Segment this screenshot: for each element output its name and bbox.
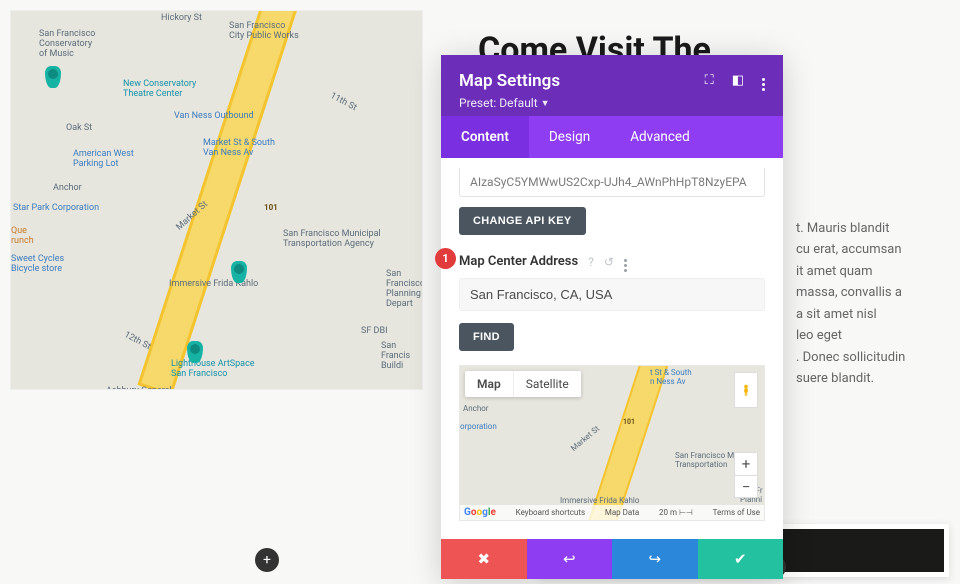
map-label: Anchor (53, 183, 82, 193)
map-data-link[interactable]: Map Data (605, 508, 639, 517)
map-label: Lighthouse ArtSpace San Francisco (171, 359, 255, 379)
change-api-key-button[interactable]: CHANGE API KEY (459, 207, 586, 235)
terms-link[interactable]: Terms of Use (713, 508, 760, 517)
pegman-icon[interactable] (734, 372, 758, 408)
snap-icon[interactable]: ◧ (732, 73, 744, 88)
tab-content[interactable]: Content (441, 116, 529, 158)
map-label: San Francisco Conservatory of Music (39, 29, 95, 59)
map-label: San Francisco Planning Depart (386, 269, 423, 309)
map-preview[interactable]: Map Satellite t St & South n Ness Av Anc… (459, 365, 765, 521)
tab-advanced[interactable]: Advanced (610, 116, 710, 158)
panel-title: Map Settings (459, 71, 560, 91)
map-label: Immersive Frida Kahlo (169, 279, 258, 289)
map-label: 11th St (328, 91, 358, 113)
reset-icon[interactable]: ↺ (604, 255, 614, 269)
map-label: orporation (460, 422, 497, 431)
zoom-out-button[interactable]: − (735, 475, 757, 497)
keyboard-shortcuts-link[interactable]: Keyboard shortcuts (516, 508, 585, 517)
map-center-address-input[interactable] (459, 278, 765, 311)
chevron-down-icon: ▼ (541, 98, 550, 109)
tab-design[interactable]: Design (529, 116, 610, 158)
preset-selector[interactable]: Preset: Default ▼ (459, 96, 765, 110)
zoom-in-button[interactable]: + (735, 453, 757, 475)
map-label: t St & South n Ness Av (650, 368, 692, 386)
map-label: Immersive Frida Kahlo (560, 496, 639, 505)
map-label: Anchor (463, 404, 489, 413)
menu-icon[interactable] (762, 70, 765, 91)
panel-tabs: Content Design Advanced (441, 116, 783, 158)
mini-map-type-control: Map Satellite (465, 371, 581, 397)
find-button[interactable]: FIND (459, 323, 514, 351)
map-label: Ashbury General (106, 386, 172, 390)
main-map[interactable]: Hickory St San Francisco Conservatory of… (10, 10, 423, 390)
map-poi-pin[interactable] (231, 261, 247, 283)
map-label: Hickory St (161, 13, 202, 23)
scale-label: 20 m ⊢⊣ (659, 508, 693, 517)
map-label: San Francisco City Public Works (229, 21, 299, 41)
address-field-label: Map Center Address (459, 254, 578, 269)
panel-body: AIzaSyC5YMWwUS2Cxp-UJh4_AWnPhHpT8NzyEPA … (441, 158, 783, 539)
map-label: San Francis Buildi (381, 341, 422, 371)
save-button[interactable]: ✔ (698, 539, 784, 579)
help-icon[interactable]: ? (588, 255, 594, 269)
map-label: Sweet Cycles Bicycle store (11, 254, 64, 274)
map-label: San Francisco M Transportation (675, 451, 734, 469)
redo-button[interactable]: ↪ (612, 539, 698, 579)
mini-map-tab-satellite[interactable]: Satellite (513, 371, 581, 397)
step-marker-1: 1 (435, 248, 456, 269)
map-poi-pin[interactable] (45, 66, 61, 88)
map-label: Market St (569, 424, 601, 453)
map-label: 12th St (122, 330, 152, 352)
google-logo: Google (464, 507, 496, 518)
map-label: Van Ness Outbound (174, 111, 254, 121)
preset-label: Preset: Default (459, 96, 538, 110)
undo-button[interactable]: ↩ (527, 539, 613, 579)
map-label: Que runch (11, 226, 34, 246)
panel-action-bar: ✖ ↩ ↪ ✔ (441, 539, 783, 579)
panel-header: Map Settings ⛶ ◧ Preset: Default ▼ (441, 55, 783, 116)
mini-map-tab-map[interactable]: Map (465, 371, 513, 397)
map-label: American West Parking Lot (73, 149, 134, 169)
map-label: SF DBI (361, 326, 388, 336)
page-body-text: t. Mauris blandit cu erat, accumsan it a… (796, 218, 951, 390)
api-key-display: AIzaSyC5YMWwUS2Cxp-UJh4_AWnPhHpT8NzyEPA (459, 168, 765, 197)
map-label: 101 (623, 418, 635, 426)
map-poi-pin[interactable] (187, 341, 203, 363)
field-menu-icon[interactable] (624, 251, 627, 272)
cancel-button[interactable]: ✖ (441, 539, 527, 579)
map-label: San Francisco Municipal Transportation A… (283, 229, 381, 249)
add-module-button[interactable]: + (255, 548, 279, 572)
zoom-control: + − (734, 452, 758, 498)
map-label: Oak St (66, 123, 92, 133)
map-label: 101 (264, 203, 278, 212)
map-label: Market St & South Van Ness Av (203, 138, 275, 158)
map-settings-panel: Map Settings ⛶ ◧ Preset: Default ▼ Conte… (441, 55, 783, 579)
expand-icon[interactable]: ⛶ (705, 73, 714, 88)
mini-map-footer: Google Keyboard shortcuts Map Data 20 m … (460, 505, 764, 520)
map-label: New Conservatory Theatre Center (123, 79, 196, 99)
map-label: Star Park Corporation (13, 203, 99, 213)
